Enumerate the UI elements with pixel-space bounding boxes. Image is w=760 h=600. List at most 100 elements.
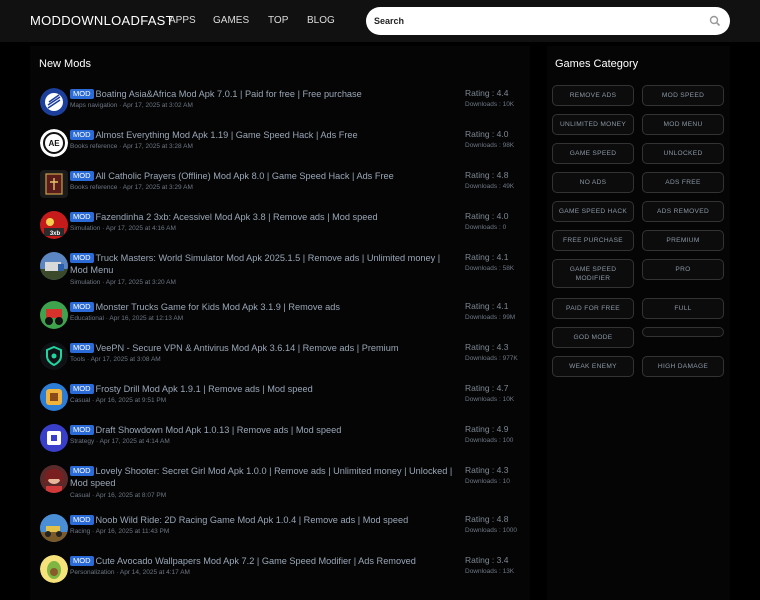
mod-badge: MOD <box>70 343 94 353</box>
item-meta: Maps navigation · Apr 17, 2025 at 3:02 A… <box>70 102 193 109</box>
search-input[interactable] <box>374 12 694 30</box>
app-icon[interactable]: AE <box>40 129 68 157</box>
item-downloads: Downloads : 0 <box>465 224 507 231</box>
item-title[interactable]: MOD Draft Showdown Mod Apk 1.0.13 | Remov… <box>70 424 456 436</box>
category-free-purchase[interactable]: FREE PURCHASE <box>552 230 634 251</box>
category-paid-for-free[interactable]: PAID FOR FREE <box>552 298 634 319</box>
item-title[interactable]: MOD Almost Everything Mod Apk 1.19 | Game… <box>70 129 456 141</box>
item-downloads: Downloads : 10 <box>465 478 510 485</box>
category-ads-removed[interactable]: ADS REMOVED <box>642 201 724 222</box>
item-downloads: Downloads : 100 <box>465 437 514 444</box>
item-title[interactable]: MOD Monster Trucks Game for Kids Mod Apk … <box>70 301 456 313</box>
search-icon[interactable] <box>708 14 722 28</box>
item-rating: Rating : 3.4 <box>465 555 509 565</box>
mod-badge: MOD <box>70 556 94 566</box>
mod-badge: MOD <box>70 89 94 99</box>
site-logo[interactable]: MODDOWNLOADFAST <box>30 13 174 28</box>
item-title[interactable]: MOD Frosty Drill Mod Apk 1.9.1 | Remove a… <box>70 383 456 395</box>
item-meta: Casual · Apr 16, 2025 at 8:07 PM <box>70 492 167 499</box>
item-rating: Rating : 4.0 <box>465 211 509 221</box>
sidebar-title: Games Category <box>555 58 639 70</box>
app-icon[interactable] <box>40 514 68 542</box>
app-icon[interactable] <box>40 301 68 329</box>
item-title[interactable]: MOD Boating Asia&Africa Mod Apk 7.0.1 | P… <box>70 88 456 100</box>
item-title[interactable]: MOD Cute Avocado Wallpapers Mod Apk 7.2 |… <box>70 555 456 567</box>
app-icon[interactable] <box>40 555 68 583</box>
item-title[interactable]: MOD Fazendinha 2 3xb: Acessivel Mod Apk 3… <box>70 211 456 223</box>
category-premium[interactable]: PREMIUM <box>642 230 724 251</box>
app-icon[interactable] <box>40 170 68 198</box>
nav-blog[interactable]: BLOG <box>307 15 335 26</box>
item-rating: Rating : 4.1 <box>465 301 509 311</box>
category-unlocked[interactable]: UNLOCKED <box>642 143 724 164</box>
item-rating: Rating : 4.4 <box>465 88 509 98</box>
item-meta: Simulation · Apr 17, 2025 at 3:20 AM <box>70 279 176 286</box>
item-title[interactable]: MOD All Catholic Prayers (Offline) Mod Ap… <box>70 170 456 182</box>
item-meta: Personalization · Apr 14, 2025 at 4:17 A… <box>70 569 190 576</box>
item-rating: Rating : 4.3 <box>465 465 509 475</box>
mod-badge: MOD <box>70 253 94 263</box>
item-rating: Rating : 4.1 <box>465 252 509 262</box>
category-remove-ads[interactable]: REMOVE ADS <box>552 85 634 106</box>
app-icon[interactable] <box>40 424 68 452</box>
nav-games[interactable]: GAMES <box>213 15 249 26</box>
mod-badge: MOD <box>70 466 94 476</box>
item-meta: Books reference · Apr 17, 2025 at 3:29 A… <box>70 184 193 191</box>
app-icon[interactable] <box>40 342 68 370</box>
item-meta: Casual · Apr 16, 2025 at 9:51 PM <box>70 397 167 404</box>
category-mod-speed[interactable]: MOD SPEED <box>642 85 724 106</box>
item-rating: Rating : 4.8 <box>465 170 509 180</box>
category-mod-menu[interactable]: MOD MENU <box>642 114 724 135</box>
item-meta: Educational · Apr 16, 2025 at 12:13 AM <box>70 315 184 322</box>
new-mods-panel: New Mods MOD Boating Asia&Africa Mod Apk … <box>30 46 530 600</box>
search-bar <box>366 7 730 35</box>
item-downloads: Downloads : 99M <box>465 314 516 321</box>
mod-badge: MOD <box>70 130 94 140</box>
item-rating: Rating : 4.3 <box>465 342 509 352</box>
category-high-damage[interactable]: HIGH DAMAGE <box>642 356 724 377</box>
item-meta: Simulation · Apr 17, 2025 at 4:16 AM <box>70 225 176 232</box>
category-god-mode[interactable]: GOD MODE <box>552 327 634 348</box>
category-game-speed[interactable]: GAME SPEED <box>552 143 634 164</box>
category-empty[interactable] <box>642 327 724 337</box>
item-title[interactable]: MOD Truck Masters: World Simulator Mod Ap… <box>70 252 456 276</box>
mod-badge: MOD <box>70 384 94 394</box>
games-category-panel: Games Category REMOVE ADS MOD SPEED UNLI… <box>547 46 730 600</box>
item-downloads: Downloads : 1000 <box>465 527 518 534</box>
item-downloads: Downloads : 58K <box>465 265 515 272</box>
app-icon[interactable]: 3xb <box>40 211 68 239</box>
item-meta: Racing · Apr 16, 2025 at 11:43 PM <box>70 528 170 535</box>
item-title[interactable]: MOD VeePN - Secure VPN & Antivirus Mod Ap… <box>70 342 456 354</box>
category-game-speed-modifier[interactable]: GAME SPEED MODIFIER <box>552 259 634 288</box>
app-icon[interactable] <box>40 465 68 493</box>
app-icon[interactable] <box>40 252 68 280</box>
item-title[interactable]: MOD Noob Wild Ride: 2D Racing Game Mod Ap… <box>70 514 456 526</box>
svg-text:AE: AE <box>48 139 60 148</box>
svg-text:3xb: 3xb <box>50 231 61 237</box>
item-meta: Books reference · Apr 17, 2025 at 3:28 A… <box>70 143 193 150</box>
item-meta: Tools · Apr 17, 2025 at 3:08 AM <box>70 356 161 363</box>
mod-badge: MOD <box>70 425 94 435</box>
nav-top[interactable]: TOP <box>268 15 288 26</box>
app-icon[interactable] <box>40 88 68 116</box>
item-downloads: Downloads : 49K <box>465 183 515 190</box>
item-downloads: Downloads : 98K <box>465 142 515 149</box>
item-meta: Strategy · Apr 17, 2025 at 4:14 AM <box>70 438 170 445</box>
app-icon[interactable] <box>40 383 68 411</box>
category-weak-enemy[interactable]: WEAK ENEMY <box>552 356 634 377</box>
section-title: New Mods <box>39 58 91 70</box>
nav-apps[interactable]: APPS <box>169 15 196 26</box>
mod-badge: MOD <box>70 171 94 181</box>
category-full[interactable]: FULL <box>642 298 724 319</box>
category-game-speed-hack[interactable]: GAME SPEED HACK <box>552 201 634 222</box>
item-downloads: Downloads : 10K <box>465 396 515 403</box>
category-ads-free[interactable]: ADS FREE <box>642 172 724 193</box>
item-title[interactable]: MOD Lovely Shooter: Secret Girl Mod Apk 1… <box>70 465 456 489</box>
item-rating: Rating : 4.0 <box>465 129 509 139</box>
mod-badge: MOD <box>70 515 94 525</box>
category-no-ads[interactable]: NO ADS <box>552 172 634 193</box>
item-downloads: Downloads : 13K <box>465 568 515 575</box>
mod-badge: MOD <box>70 212 94 222</box>
category-unlimited-money[interactable]: UNLIMITED MONEY <box>552 114 634 135</box>
category-pro[interactable]: PRO <box>642 259 724 280</box>
